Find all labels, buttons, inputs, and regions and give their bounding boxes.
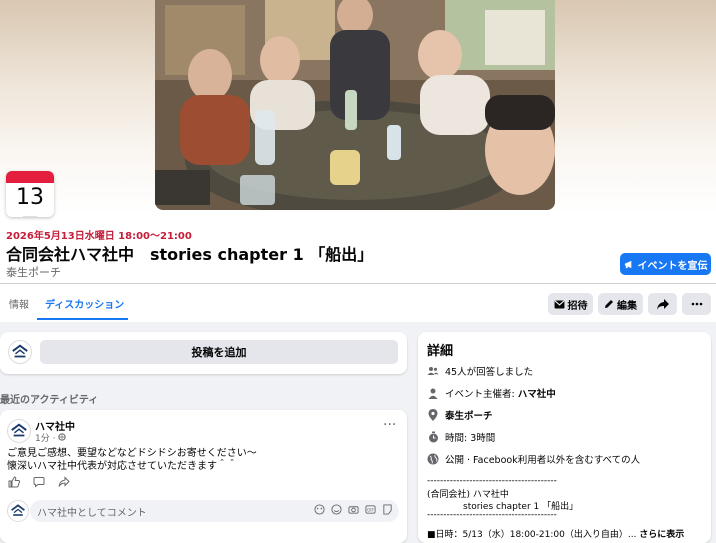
header-divider — [0, 283, 716, 284]
svg-text:GIF: GIF — [367, 507, 374, 512]
edit-label: 編集 — [617, 300, 637, 312]
post-text-line: 懐深いハマ社中代表が対応させていただきます＾＾ — [7, 461, 237, 472]
post-text-line: ご意見ご感想、要望などなどドシドシお寄せください～ — [7, 448, 257, 459]
event-datetime: 2026年5月13日水曜日 18:00～21:00 — [6, 231, 192, 242]
like-thumb-icon[interactable] — [8, 476, 20, 488]
host-prefix: イベント主催者: — [445, 389, 518, 400]
see-more-link[interactable]: さらに表示 — [639, 530, 684, 540]
comment-input[interactable]: ハマ社中としてコメント GIF — [30, 500, 399, 522]
description-schedule: ■日時：5/13（水）18:00-21:00（出入り自由）... さらに表示 — [427, 527, 684, 540]
people-icon — [427, 367, 439, 375]
promote-event-button[interactable]: イベントを宣伝 — [620, 253, 711, 275]
responded-count: 45人が回答しました — [445, 367, 534, 378]
envelope-icon — [554, 299, 564, 309]
sticker-icon[interactable] — [382, 504, 393, 515]
privacy-row: 公開 · Facebook利用者以外を含むすべての人 — [427, 452, 640, 466]
invite-button[interactable]: 招待 — [548, 293, 593, 315]
gif-icon[interactable]: GIF — [365, 504, 376, 515]
megaphone-icon — [624, 260, 631, 268]
hama-shachu-logo-icon — [11, 504, 25, 516]
globe-icon — [427, 453, 439, 465]
add-post-button[interactable]: 投稿を追加 — [40, 340, 398, 364]
cover-background — [0, 0, 716, 215]
location-link[interactable]: 泰生ポーチ — [445, 408, 493, 422]
emoji-icon[interactable] — [331, 504, 342, 515]
recent-activity-heading: 最近のアクティビティ — [0, 395, 99, 406]
tab-discussion[interactable]: ディスカッション — [45, 296, 124, 311]
edit-button[interactable]: 編集 — [598, 293, 643, 315]
tab-info[interactable]: 情報 — [9, 296, 29, 311]
share-button[interactable] — [648, 293, 677, 315]
host-row: イベント主催者: ハマ社中 — [427, 386, 556, 400]
post-timestamp[interactable]: 1分 — [35, 434, 50, 444]
hama-shachu-logo-icon — [12, 344, 28, 358]
event-location-link[interactable]: 泰生ポーチ — [6, 264, 61, 280]
date-badge-top — [6, 171, 54, 183]
more-options-button[interactable] — [682, 293, 711, 315]
location-pin-icon — [428, 409, 438, 421]
commenter-avatar[interactable] — [7, 500, 29, 522]
stopwatch-icon — [428, 431, 438, 443]
page-avatar[interactable] — [8, 340, 32, 364]
description-separator: ---------------------------------------- — [427, 476, 557, 486]
more-dots-icon — [691, 302, 702, 306]
active-tab-indicator — [37, 318, 128, 320]
duration-row: 時間: 3時間 — [427, 430, 495, 444]
comment-placeholder: ハマ社中としてコメント — [37, 507, 147, 519]
post-options-button[interactable]: ··· — [383, 418, 396, 432]
invite-label: 招待 — [567, 300, 588, 312]
post-author-avatar[interactable] — [7, 419, 31, 443]
cover-photo[interactable] — [155, 0, 555, 210]
comment-tools: GIF — [314, 504, 393, 515]
post-meta: 1分 · — [35, 431, 67, 444]
details-heading: 詳細 — [427, 344, 454, 359]
camera-icon[interactable] — [348, 504, 359, 515]
share-icon[interactable] — [58, 476, 70, 488]
person-icon — [428, 388, 438, 399]
host-name-link[interactable]: ハマ社中 — [518, 389, 556, 400]
date-badge-day: 13日 — [16, 185, 44, 217]
share-arrow-icon — [656, 298, 669, 310]
post-body: ご意見ご感想、要望などなどドシドシお寄せください～ 懐深いハマ社中代表が対応させ… — [7, 447, 257, 473]
globe-icon — [58, 433, 67, 441]
responded-row: 45人が回答しました — [427, 364, 533, 378]
location-row: 泰生ポーチ — [427, 408, 493, 422]
duration-text: 時間: 3時間 — [445, 433, 496, 444]
post-actions — [8, 476, 70, 488]
pencil-icon — [605, 300, 613, 308]
schedule-text: ■日時：5/13（水）18:00-21:00（出入り自由）... — [427, 530, 637, 540]
comment-bubble-icon[interactable] — [33, 476, 45, 488]
privacy-text: 公開 · Facebook利用者以外を含むすべての人 — [445, 455, 641, 466]
description-separator: ---------------------------------------- — [427, 510, 557, 520]
event-date-badge: 13日 — [6, 171, 54, 217]
event-title: 合同会社ハマ社中 stories chapter 1 「船出」 — [6, 245, 374, 264]
promote-event-label: イベントを宣伝 — [637, 260, 708, 272]
cover-photo-image — [155, 0, 555, 210]
avatar-sticker-icon[interactable] — [314, 504, 325, 515]
hama-shachu-logo-icon — [11, 423, 27, 437]
